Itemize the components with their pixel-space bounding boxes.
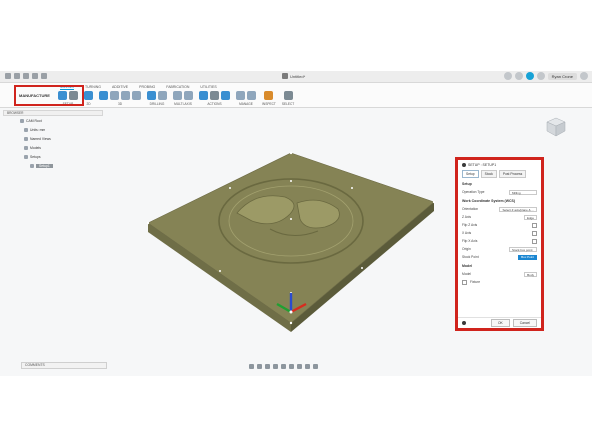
- fixture-checkbox[interactable]: [462, 279, 467, 285]
- pan-icon[interactable]: [265, 364, 270, 369]
- cancel-button[interactable]: Cancel: [512, 319, 537, 327]
- section-wcs[interactable]: Work Coordinate System (WCS): [458, 196, 541, 205]
- model-row: Model Body: [458, 270, 541, 278]
- origin-row: Origin Stock box point: [458, 245, 541, 253]
- comments-panel[interactable]: COMMENTS: [21, 362, 107, 369]
- setup-dialog: SETUP : SETUP1 Setup Stock Post Process …: [455, 157, 544, 331]
- ok-button[interactable]: OK: [490, 319, 510, 327]
- x-axis-row: X Axis: [458, 229, 541, 237]
- stock-point-row: Stock Point Box Point: [458, 253, 541, 261]
- section-setup[interactable]: Setup: [458, 179, 541, 188]
- flip-x-row: Flip X Axis: [458, 237, 541, 245]
- setup-dialog-footer: OK Cancel: [458, 317, 541, 328]
- orbit-icon[interactable]: [249, 364, 254, 369]
- display-settings-icon[interactable]: [289, 364, 294, 369]
- tab-stock[interactable]: Stock: [480, 170, 497, 178]
- section-model[interactable]: Model: [458, 261, 541, 270]
- operation-type-row: Operation Type Milling: [458, 188, 541, 196]
- operation-type-select[interactable]: Milling: [509, 189, 537, 195]
- look-at-icon[interactable]: [257, 364, 262, 369]
- z-axis-picker[interactable]: Edge: [523, 214, 537, 220]
- stock-point-button[interactable]: Box Point: [518, 254, 537, 260]
- orientation-row: Orientation Select Z axis/plane & ...: [458, 205, 541, 213]
- grid-settings-icon[interactable]: [297, 364, 302, 369]
- navigation-bar: [249, 364, 318, 369]
- z-axis-row: Z Axis Edge: [458, 213, 541, 221]
- tab-post-process[interactable]: Post Process: [498, 170, 527, 178]
- info-icon[interactable]: [462, 321, 466, 325]
- origin-select[interactable]: Stock box point: [509, 246, 537, 252]
- viewports-icon[interactable]: [305, 364, 310, 369]
- setup-dialog-header: SETUP : SETUP1: [458, 160, 541, 169]
- setup-icon: [462, 162, 466, 167]
- section-analysis-icon[interactable]: [313, 364, 318, 369]
- fit-icon[interactable]: [281, 364, 286, 369]
- flip-z-checkbox[interactable]: [532, 222, 537, 228]
- setup-tabs: Setup Stock Post Process: [458, 169, 541, 179]
- zoom-icon[interactable]: [273, 364, 278, 369]
- orientation-select[interactable]: Select Z axis/plane & ...: [499, 206, 537, 212]
- x-axis-picker-icon[interactable]: [532, 230, 537, 236]
- model-picker[interactable]: Body: [524, 271, 537, 277]
- fixture-row: Fixture: [458, 278, 541, 286]
- fusion-window: Untitled* Ryan Crone MANUFACTURE MILLING…: [0, 71, 592, 376]
- flip-x-checkbox[interactable]: [532, 238, 537, 244]
- flip-z-row: Flip Z Axis: [458, 221, 541, 229]
- tab-setup[interactable]: Setup: [462, 170, 479, 178]
